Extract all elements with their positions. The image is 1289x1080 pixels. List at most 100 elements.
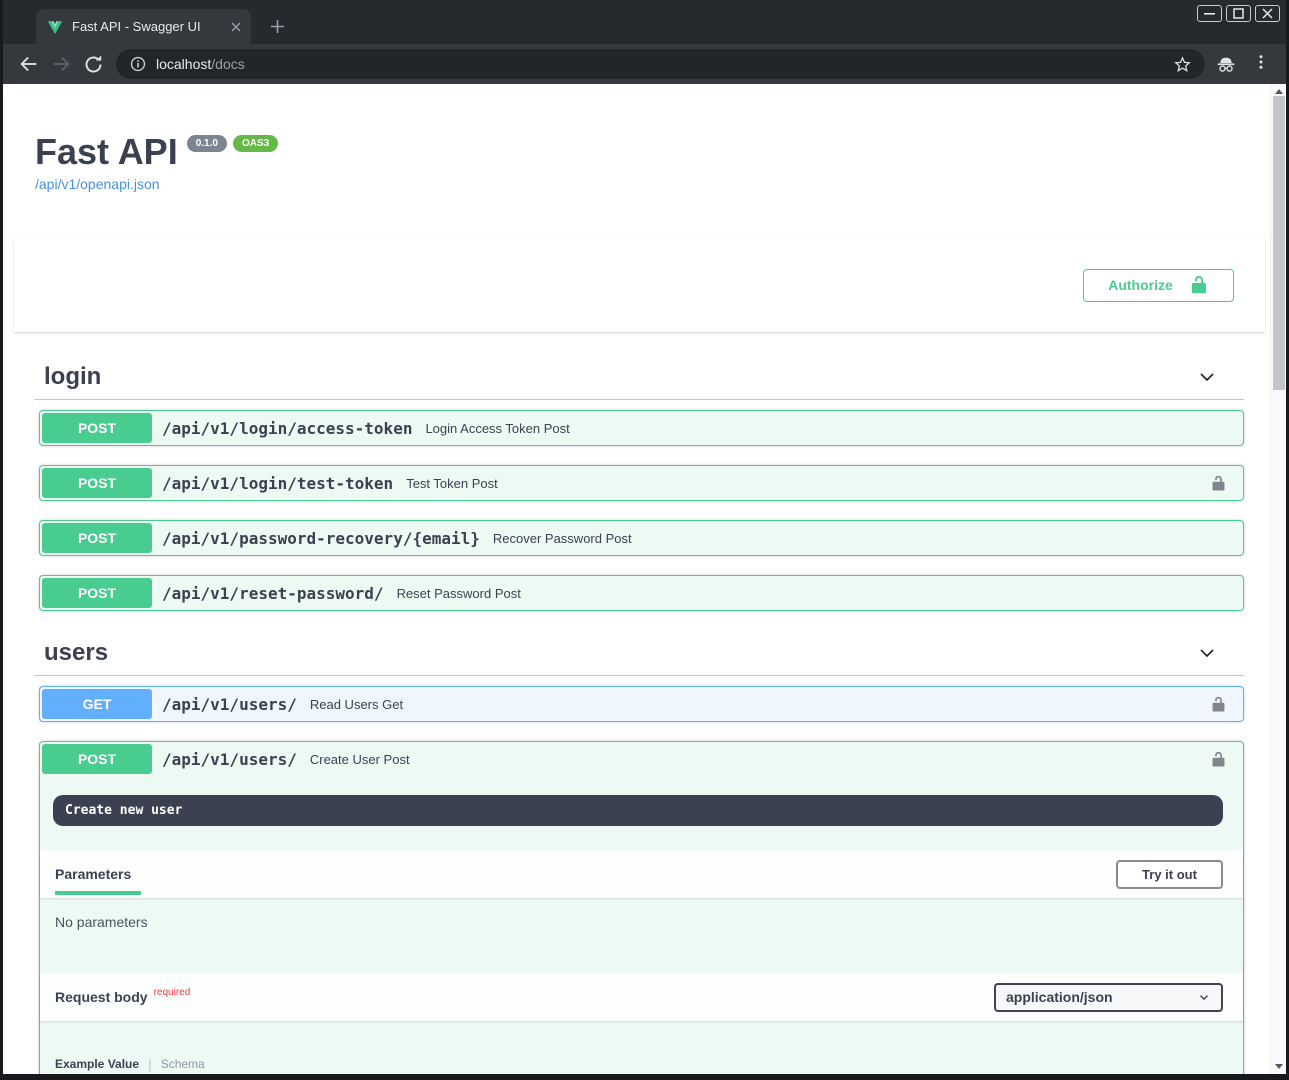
maximize-icon <box>1233 8 1244 19</box>
op-create-user-summary[interactable]: POST /api/v1/users/ Create User Post <box>40 742 1243 776</box>
method-badge: POST <box>42 578 152 608</box>
method-badge: POST <box>42 523 152 553</box>
page-viewport: Fast API 0.1.0 OAS3 /api/v1/openapi.json A… <box>3 84 1286 1074</box>
op-path: /api/v1/users/ <box>162 750 297 769</box>
op-path: /api/v1/users/ <box>162 695 297 714</box>
op-path: /api/v1/password-recovery/{email} <box>162 529 480 548</box>
url-path: /docs <box>211 56 244 72</box>
method-badge: POST <box>42 744 152 774</box>
browser-window: Fast API - Swagger UI <box>0 0 1289 1080</box>
request-body-header: Request body required application/json <box>40 973 1243 1021</box>
tab-schema[interactable]: Schema <box>161 1057 205 1071</box>
operation-description: Create new user <box>53 795 1223 826</box>
chevron-down-icon <box>1197 990 1211 1004</box>
try-it-out-button[interactable]: Try it out <box>1116 860 1223 889</box>
chevron-down-icon[interactable] <box>1197 643 1217 663</box>
tab-close-button[interactable] <box>227 18 245 36</box>
method-badge: GET <box>42 689 152 719</box>
unlock-icon <box>1189 275 1209 295</box>
op-summary-text: Read Users Get <box>310 697 403 712</box>
browser-tab[interactable]: Fast API - Swagger UI <box>36 9 251 44</box>
forward-button[interactable] <box>47 50 75 78</box>
kebab-menu-icon <box>1252 53 1270 71</box>
no-parameters-text: No parameters <box>40 898 1243 949</box>
title-badges: 0.1.0 OAS3 <box>187 135 278 152</box>
url-host: localhost <box>156 56 211 72</box>
version-badge: 0.1.0 <box>187 135 227 152</box>
address-bar[interactable]: localhost/docs <box>116 49 1205 79</box>
close-window-button[interactable] <box>1255 5 1280 22</box>
star-icon <box>1173 55 1192 74</box>
op-password-recovery[interactable]: POST /api/v1/password-recovery/{email} R… <box>39 520 1244 556</box>
chevron-down-icon[interactable] <box>1197 367 1217 387</box>
close-icon <box>231 22 241 32</box>
reload-button[interactable] <box>79 50 107 78</box>
op-read-users[interactable]: GET /api/v1/users/ Read Users Get <box>39 686 1244 722</box>
section-header-users[interactable]: users <box>34 630 1244 676</box>
openapi-spec-link[interactable]: /api/v1/openapi.json <box>35 176 160 192</box>
plus-icon <box>271 20 284 33</box>
back-button[interactable] <box>15 50 43 78</box>
method-badge: POST <box>42 468 152 498</box>
unlock-icon <box>1210 751 1227 768</box>
tab-title: Fast API - Swagger UI <box>72 19 227 34</box>
op-login-test-token[interactable]: POST /api/v1/login/test-token Test Token… <box>39 465 1244 501</box>
oas3-badge: OAS3 <box>233 135 278 152</box>
operations-wrapper: login POST /api/v1/login/access-token Lo… <box>34 354 1244 1074</box>
authorize-button[interactable]: Authorize <box>1083 269 1234 302</box>
toolbar-right <box>1214 52 1270 76</box>
scrollbar-down-button[interactable] <box>1275 1064 1283 1069</box>
required-badge: required <box>154 987 191 998</box>
maximize-button[interactable] <box>1226 5 1251 22</box>
media-type-select[interactable]: application/json <box>994 983 1223 1012</box>
minimize-button[interactable] <box>1197 5 1222 22</box>
auth-lock-button[interactable] <box>1210 475 1227 492</box>
reload-icon <box>83 54 104 75</box>
unlock-icon <box>1210 475 1227 492</box>
browser-menu-button[interactable] <box>1252 53 1270 76</box>
scheme-container: Authorize <box>14 238 1265 332</box>
op-summary-text: Reset Password Post <box>397 586 521 601</box>
info-icon <box>129 55 147 73</box>
back-icon <box>18 53 40 75</box>
titlebar: Fast API - Swagger UI <box>3 0 1286 44</box>
unlock-icon <box>1210 696 1227 713</box>
op-path: /api/v1/login/access-token <box>162 419 412 438</box>
op-summary-text: Recover Password Post <box>493 531 632 546</box>
example-schema-tabs: Example Value | Schema <box>55 1056 1243 1072</box>
swagger-ui: Fast API 0.1.0 OAS3 /api/v1/openapi.json A… <box>3 84 1269 1074</box>
op-reset-password[interactable]: POST /api/v1/reset-password/ Reset Passw… <box>39 575 1244 611</box>
tab-divider: | <box>148 1056 152 1072</box>
request-body-label: Request body <box>55 989 148 1005</box>
media-type-value: application/json <box>1006 989 1113 1005</box>
tab-example-value[interactable]: Example Value <box>55 1057 139 1071</box>
scrollbar-thumb[interactable] <box>1273 96 1285 390</box>
browser-toolbar: localhost/docs <box>3 44 1286 84</box>
window-controls <box>1197 5 1280 22</box>
op-create-user-expanded: POST /api/v1/users/ Create User Post Cre… <box>39 741 1244 1074</box>
page-title: Fast API <box>35 134 178 170</box>
op-login-access-token[interactable]: POST /api/v1/login/access-token Login Ac… <box>39 410 1244 446</box>
incognito-icon <box>1214 52 1238 76</box>
minimize-icon <box>1204 8 1215 19</box>
new-tab-button[interactable] <box>264 13 291 40</box>
op-summary-text: Create User Post <box>310 752 410 767</box>
api-info: Fast API 0.1.0 OAS3 /api/v1/openapi.json <box>3 84 1269 194</box>
scrollbar[interactable] <box>1270 84 1286 1074</box>
op-summary-text: Login Access Token Post <box>425 421 569 436</box>
favicon-v-icon <box>47 19 63 35</box>
auth-lock-button[interactable] <box>1210 751 1227 768</box>
forward-icon <box>50 53 72 75</box>
bookmark-button[interactable] <box>1173 55 1192 74</box>
auth-lock-button[interactable] <box>1210 696 1227 713</box>
section-title: users <box>44 639 1197 667</box>
close-icon <box>1262 8 1273 19</box>
section-header-login[interactable]: login <box>34 354 1244 400</box>
scrollbar-up-button[interactable] <box>1275 89 1283 94</box>
section-title: login <box>44 363 1197 391</box>
parameters-header: Parameters Try it out <box>40 850 1243 898</box>
op-summary-text: Test Token Post <box>406 476 498 491</box>
authorize-label: Authorize <box>1108 277 1173 293</box>
op-path: /api/v1/login/test-token <box>162 474 393 493</box>
method-badge: POST <box>42 413 152 443</box>
